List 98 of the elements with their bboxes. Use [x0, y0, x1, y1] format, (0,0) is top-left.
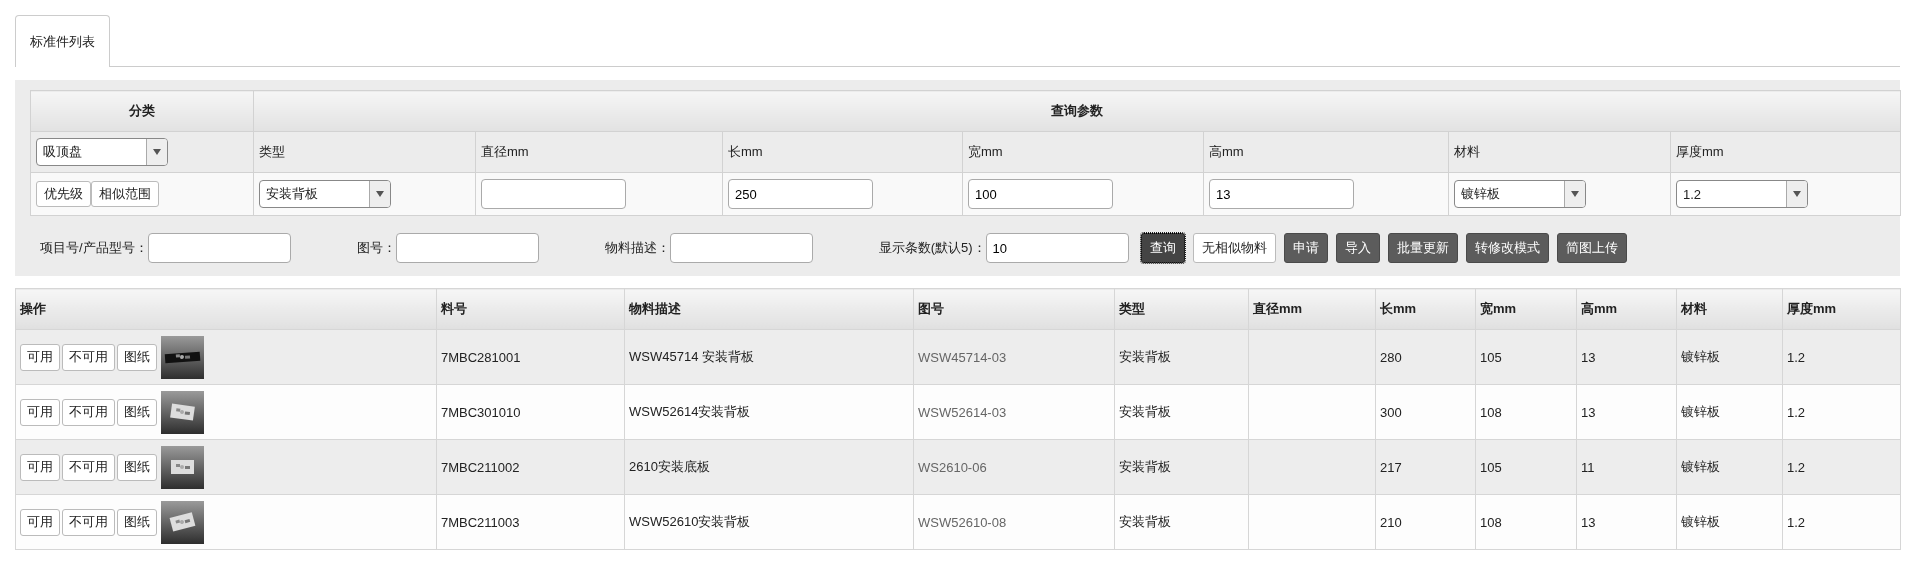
- table-cell: 13: [1581, 514, 1596, 530]
- input-field[interactable]: 10: [985, 233, 1129, 263]
- table-cell: 镀锌板: [1681, 514, 1720, 529]
- filter-button[interactable]: 相似范围: [91, 181, 159, 207]
- table-cell: WSW52614-03: [918, 404, 1007, 420]
- column-header: 操作: [15, 288, 437, 330]
- table-cell: 安装背板: [1119, 459, 1171, 474]
- filter-button[interactable]: 优先级: [36, 181, 91, 207]
- action-button[interactable]: 简图上传: [1556, 233, 1627, 263]
- action-button[interactable]: 批量更新: [1387, 233, 1458, 263]
- table-cell: 1.2: [1787, 514, 1806, 530]
- table-cell: 镀锌板: [1681, 349, 1720, 364]
- row-action-button[interactable]: 图纸: [117, 508, 157, 536]
- input-field[interactable]: 250: [728, 179, 873, 209]
- column-header: 长mm: [1375, 288, 1476, 330]
- table-cell: 108: [1480, 514, 1502, 530]
- field-label: 高mm: [1209, 144, 1244, 159]
- row-action-button[interactable]: 不可用: [62, 453, 115, 481]
- table-cell: 280: [1380, 349, 1402, 365]
- dropdown[interactable]: 吸顶盘: [36, 138, 168, 166]
- table-cell: 217: [1380, 459, 1402, 475]
- row-action-button[interactable]: 不可用: [62, 508, 115, 536]
- column-header: 料号: [436, 288, 625, 330]
- row-action-button[interactable]: 不可用: [62, 343, 115, 371]
- input-field[interactable]: 13: [1209, 179, 1354, 209]
- column-header: 高mm: [1576, 288, 1677, 330]
- column-header: 材料: [1676, 288, 1783, 330]
- table-cell: 210: [1380, 514, 1402, 530]
- table-cell: 300: [1380, 404, 1402, 420]
- column-header: 厚度mm: [1782, 288, 1901, 330]
- input-field[interactable]: [481, 179, 626, 209]
- column-header: 直径mm: [1248, 288, 1376, 330]
- field-label: 厚度mm: [1676, 144, 1724, 159]
- input-field[interactable]: [147, 233, 291, 263]
- caret-icon: [1571, 191, 1579, 197]
- dropdown[interactable]: 安装背板: [259, 180, 391, 208]
- field-label: 类型: [259, 144, 285, 159]
- table-cell: 7MBC281001: [441, 349, 521, 365]
- table-cell: 安装背板: [1119, 349, 1171, 364]
- table-cell: 安装背板: [1119, 514, 1171, 529]
- table-cell: 镀锌板: [1681, 459, 1720, 474]
- input-field[interactable]: [669, 233, 813, 263]
- action-button[interactable]: 查询: [1140, 233, 1185, 263]
- action-button[interactable]: 申请: [1283, 233, 1328, 263]
- table-cell: 13: [1581, 404, 1596, 420]
- table-cell: 1.2: [1787, 459, 1806, 475]
- field-label: 宽mm: [968, 144, 1003, 159]
- table-cell: WSW45714-03: [918, 349, 1007, 365]
- tab[interactable]: 标准件列表: [15, 15, 110, 67]
- field-label: 物料描述：: [604, 239, 670, 257]
- table-cell: 镀锌板: [1681, 404, 1720, 419]
- field-label: 直径mm: [481, 144, 529, 159]
- action-button[interactable]: 无相似物料: [1192, 233, 1276, 263]
- table-cell: 108: [1480, 404, 1502, 420]
- column-header: 查询参数: [253, 90, 1901, 132]
- table-cell: 13: [1581, 349, 1596, 365]
- row-action-button[interactable]: 可用: [20, 508, 60, 536]
- field-label: 显示条数(默认5)：: [878, 239, 986, 257]
- table-cell: 7MBC301010: [441, 404, 521, 420]
- table-cell: WS2610-06: [918, 459, 987, 475]
- field-label: 材料: [1454, 144, 1480, 159]
- action-button[interactable]: 导入: [1335, 233, 1380, 263]
- column-header: 分类: [30, 90, 254, 132]
- dropdown[interactable]: 1.2: [1676, 180, 1808, 208]
- row-action-button[interactable]: 图纸: [117, 398, 157, 426]
- input-field[interactable]: 100: [968, 179, 1113, 209]
- field-label: 图号：: [356, 239, 396, 257]
- field-label: 项目号/产品型号：: [40, 239, 148, 257]
- input-field[interactable]: [395, 233, 539, 263]
- row-action-button[interactable]: 图纸: [117, 453, 157, 481]
- column-header: 物料描述: [624, 288, 914, 330]
- row-action-button[interactable]: 不可用: [62, 398, 115, 426]
- table-cell: 1.2: [1787, 404, 1806, 420]
- field-label: 长mm: [728, 144, 763, 159]
- caret-icon: [153, 149, 161, 155]
- row-action-button[interactable]: 可用: [20, 343, 60, 371]
- table-cell: 安装背板: [1119, 404, 1171, 419]
- dropdown[interactable]: 镀锌板: [1454, 180, 1586, 208]
- table-cell: WSW52614安装背板: [629, 404, 751, 419]
- caret-icon: [376, 191, 384, 197]
- table-cell: WSW45714 安装背板: [629, 349, 754, 364]
- table-cell: 2610安装底板: [629, 459, 710, 474]
- row-action-button[interactable]: 可用: [20, 453, 60, 481]
- table-cell: 11: [1581, 459, 1595, 475]
- table-cell: WSW52610安装背板: [629, 514, 751, 529]
- column-header: 宽mm: [1475, 288, 1577, 330]
- column-header: 类型: [1114, 288, 1249, 330]
- table-cell: 1.2: [1787, 349, 1806, 365]
- column-header: 图号: [913, 288, 1115, 330]
- table-cell: WSW52610-08: [918, 514, 1007, 530]
- table-cell: 105: [1480, 459, 1502, 475]
- row-action-button[interactable]: 可用: [20, 398, 60, 426]
- row-action-button[interactable]: 图纸: [117, 343, 157, 371]
- caret-icon: [1793, 191, 1801, 197]
- table-cell: 105: [1480, 349, 1502, 365]
- table-cell: 7MBC211002: [441, 459, 520, 475]
- table-cell: 7MBC211003: [441, 514, 520, 530]
- action-button[interactable]: 转修改模式: [1465, 233, 1549, 263]
